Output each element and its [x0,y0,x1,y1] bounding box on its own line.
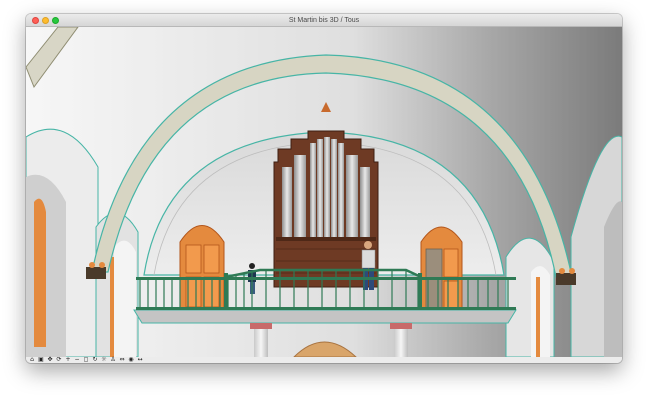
3d-viewport[interactable] [26,26,622,358]
person-icon[interactable]: ♙ [109,357,117,363]
app-window: St Martin bis 3D / Tous ⌂ ▣ ✥ ⟳ + − ◻ ↻ … [26,14,622,363]
camera-icon[interactable]: ▣ [37,357,45,363]
look-icon[interactable]: ◉ [127,357,135,363]
fit-icon[interactable]: ◻ [82,357,90,363]
zoom-out-icon[interactable]: − [73,357,81,363]
left-capital [86,267,106,279]
navigation-toolbar: ⌂ ▣ ✥ ⟳ + − ◻ ↻ ☼ ♙ ⇔ ◉ ↔ [26,357,622,363]
zoom-in-icon[interactable]: + [64,357,72,363]
right-arched-door [420,226,463,313]
title-bar[interactable]: St Martin bis 3D / Tous [26,14,622,27]
pan-icon[interactable]: ✥ [46,357,54,363]
scale-icon[interactable]: ⇔ [118,357,126,363]
window-title: St Martin bis 3D / Tous [288,17,360,24]
church-3d-render[interactable] [26,26,622,358]
measure-icon[interactable]: ↔ [136,357,144,363]
right-capital [556,273,576,285]
orbit-icon[interactable]: ⟳ [55,357,63,363]
gallery-floor [133,309,517,324]
left-arched-door [179,225,225,313]
rotate-icon[interactable]: ↻ [91,357,99,363]
sun-icon[interactable]: ☼ [100,357,108,363]
walk-icon[interactable]: ⌂ [28,357,36,363]
